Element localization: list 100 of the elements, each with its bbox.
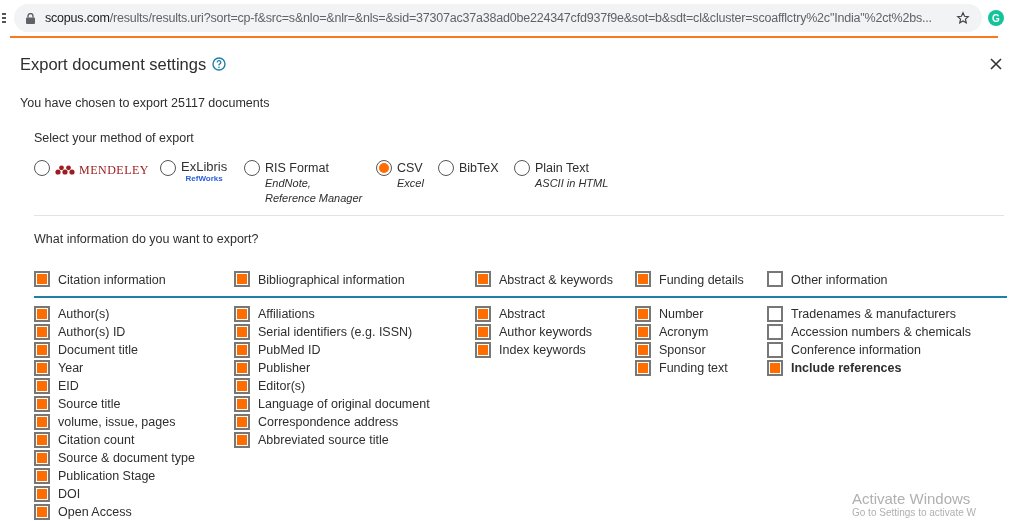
checkbox-label: Publication Stage	[58, 467, 156, 485]
checkbox-label: Serial identifiers (e.g. ISSN)	[258, 323, 413, 341]
checkbox-label: Number	[659, 305, 704, 323]
checkbox-label: Citation information	[58, 272, 166, 289]
dialog-title: Export document settings	[20, 54, 207, 75]
checkbox[interactable]	[475, 342, 491, 358]
checkbox[interactable]	[34, 342, 50, 358]
section-heading: What information do you want to export?	[34, 231, 260, 249]
checkbox[interactable]	[234, 396, 250, 412]
checkbox-label: Sponsor	[659, 341, 706, 359]
summary-text: You have chosen to export 25117 documents	[20, 94, 271, 112]
checkbox-label: Language of original document	[258, 395, 430, 413]
checkbox-label: Abstract & keywords	[499, 272, 613, 289]
checkbox[interactable]	[767, 324, 783, 340]
checkbox[interactable]	[34, 271, 50, 287]
checkbox[interactable]	[767, 306, 783, 322]
checkbox-label: Author(s)	[58, 305, 110, 323]
address-bar[interactable]: scopus.com/results/results.uri?sort=cp-f&src=s&nlo=&nlr=&nls=&sid=37307ac37a38ad0be224347cfd937f9e&sot=b&sdt=cl&cluster=scoafflctry%2c"India"%2ct%2bs...	[14, 4, 982, 32]
checkbox-label: Funding text	[659, 359, 728, 377]
radio-button[interactable]	[34, 160, 50, 177]
checkbox[interactable]	[767, 342, 783, 358]
help-icon[interactable]	[212, 57, 227, 72]
section-heading: Select your method of export	[34, 129, 195, 147]
checkbox[interactable]	[34, 324, 50, 340]
checkbox-label: Funding details	[659, 272, 744, 289]
checkbox[interactable]	[767, 271, 783, 287]
checkbox-label: volume, issue, pages	[58, 413, 176, 431]
checkbox-label: Include references	[791, 359, 902, 377]
checkbox[interactable]	[475, 324, 491, 340]
checkbox[interactable]	[34, 306, 50, 322]
option-note: ASCII in HTML	[535, 176, 609, 192]
checkbox-label: Acronym	[659, 323, 709, 341]
option-note: Reference Manager	[265, 191, 363, 207]
brand-sublabel: RefWorks	[185, 174, 223, 184]
star-icon[interactable]	[956, 11, 970, 25]
close-icon[interactable]	[990, 58, 1002, 71]
checkbox-label: Source & document type	[58, 449, 195, 467]
checkbox-label: Document title	[58, 341, 138, 359]
checkbox-label: Citation count	[58, 431, 135, 449]
checkbox[interactable]	[234, 414, 250, 430]
checkbox-label: Accession numbers & chemicals	[791, 323, 971, 341]
checkbox-label: Tradenames & manufacturers	[791, 305, 956, 323]
option-label: RIS Format	[265, 160, 330, 177]
checkbox[interactable]	[234, 342, 250, 358]
checkbox[interactable]	[635, 271, 651, 287]
notice-text: Go to Settings to activate W	[852, 507, 976, 519]
checkbox[interactable]	[34, 414, 50, 430]
checkbox[interactable]	[234, 432, 250, 448]
checkbox-label: PubMed ID	[258, 341, 321, 359]
checkbox[interactable]	[475, 271, 491, 287]
checkbox[interactable]	[635, 342, 651, 358]
option-note: EndNote,	[265, 176, 312, 192]
checkbox[interactable]	[34, 396, 50, 412]
menu-icon[interactable]	[2, 13, 8, 23]
checkbox-label: EID	[58, 377, 79, 395]
checkbox-label: Author(s) ID	[58, 323, 126, 341]
checkbox[interactable]	[34, 486, 50, 502]
checkbox[interactable]	[34, 378, 50, 394]
option-note: Excel	[397, 176, 424, 192]
option-label: Plain Text	[535, 160, 590, 177]
checkbox-label: Editor(s)	[258, 377, 306, 395]
logo-icon	[55, 165, 75, 176]
checkbox[interactable]	[34, 360, 50, 376]
checkbox-label: Abstract	[499, 305, 545, 323]
radio-button[interactable]	[160, 160, 176, 177]
notice-title: Activate Windows	[852, 490, 972, 507]
brand-label: MENDELEY	[79, 162, 149, 180]
checkbox[interactable]	[635, 306, 651, 322]
checkbox[interactable]	[234, 378, 250, 394]
checkbox-label: Author keywords	[499, 323, 593, 341]
checkbox[interactable]	[635, 324, 651, 340]
checkbox[interactable]	[34, 432, 50, 448]
checkbox-label: Correspondence address	[258, 413, 399, 431]
checkbox-label: Other information	[791, 272, 888, 289]
brand-label: ExLibris	[181, 160, 228, 175]
option-label: BibTeX	[459, 160, 499, 177]
radio-button[interactable]	[514, 160, 530, 177]
checkbox-label: Index keywords	[499, 341, 586, 359]
checkbox[interactable]	[234, 306, 250, 322]
checkbox[interactable]	[34, 504, 50, 520]
checkbox[interactable]	[635, 360, 651, 376]
url-text: scopus.com/results/results.uri?sort=cp-f&src=s&nlo=&nlr=&nls=&sid=37307ac37a38ad0be224347cfd937f9e&sot=b&sdt=cl&cluster=scoafflctry%2c"India"%2ct%2bs...	[45, 9, 933, 27]
checkbox[interactable]	[234, 271, 250, 287]
checkbox-label: Bibliographical information	[258, 272, 405, 289]
radio-button[interactable]	[244, 160, 260, 177]
option-label: CSV	[397, 160, 424, 177]
checkbox-label: Conference information	[791, 341, 921, 359]
radio-button[interactable]	[438, 160, 454, 177]
radio-button[interactable]	[376, 160, 392, 177]
checkbox[interactable]	[767, 360, 783, 376]
checkbox-label: Abbreviated source title	[258, 431, 389, 449]
checkbox[interactable]	[475, 306, 491, 322]
checkbox[interactable]	[34, 450, 50, 466]
checkbox[interactable]	[34, 468, 50, 484]
checkbox-label: Affiliations	[258, 305, 315, 323]
checkbox[interactable]	[234, 360, 250, 376]
checkbox[interactable]	[234, 324, 250, 340]
checkbox-label: Year	[58, 359, 84, 377]
checkbox-label: Source title	[58, 395, 121, 413]
checkbox-label: Open Access	[58, 503, 132, 521]
